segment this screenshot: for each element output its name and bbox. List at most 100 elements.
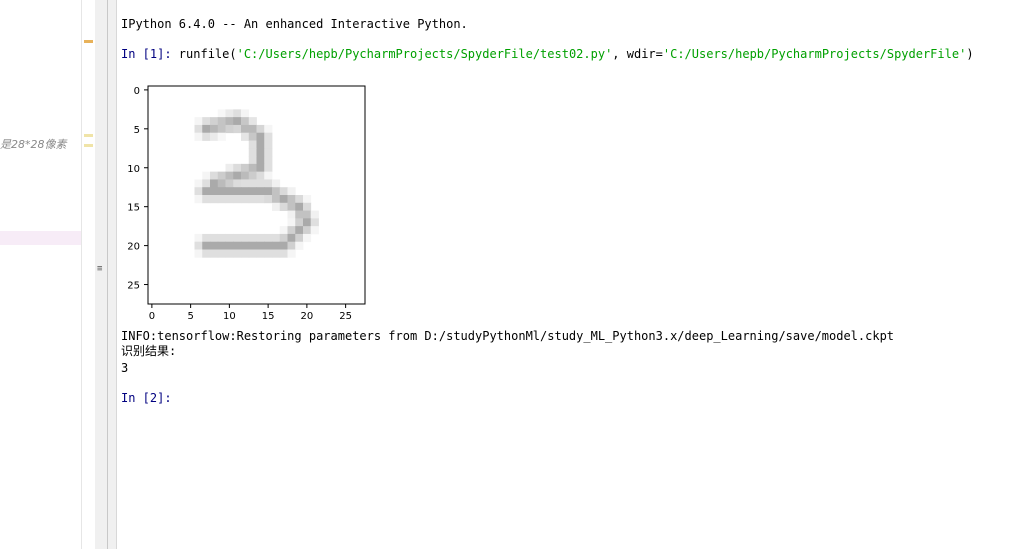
image-pixel (295, 218, 304, 227)
editor-highlighted-line (0, 231, 81, 245)
image-pixel (194, 124, 203, 134)
image-pixel (287, 249, 296, 258)
image-pixel (210, 124, 219, 134)
image-pixel (272, 187, 281, 196)
editor-scroll-gutter[interactable] (81, 0, 96, 549)
image-pixel (217, 187, 226, 196)
image-pixel (233, 171, 242, 180)
image-pixel (241, 124, 250, 134)
grip-icon[interactable]: ≡ (97, 265, 102, 274)
image-pixel (303, 195, 312, 204)
image-pixel (295, 202, 304, 211)
image-pixel (241, 117, 250, 126)
input-line-1: In [1]: runfile('C:/Users/hepb/PycharmPr… (121, 47, 974, 61)
digit-plot: 0 5 10 15 20 25 0 5 10 15 20 25 (127, 85, 366, 322)
x-tick-label: 0 (149, 311, 155, 322)
image-pixel (210, 187, 219, 196)
image-pixel (210, 117, 219, 126)
image-pixel (248, 187, 257, 196)
image-pixel (241, 163, 250, 173)
image-pixel (241, 179, 250, 188)
image-pixel (264, 249, 273, 258)
pane-splitter[interactable]: ≡ (95, 0, 117, 549)
image-pixel (233, 117, 242, 126)
image-pixel (295, 210, 304, 219)
occurrence-marker[interactable] (84, 134, 93, 137)
result-value: 3 (121, 361, 129, 375)
image-pixel (256, 124, 265, 134)
image-pixel (202, 179, 211, 188)
image-pixel (264, 156, 273, 165)
x-tick-label: 20 (301, 311, 314, 322)
image-pixel (233, 249, 242, 258)
image-pixel (202, 171, 211, 180)
image-pixel (202, 249, 211, 258)
image-pixel (217, 124, 226, 134)
image-pixel (248, 132, 257, 141)
image-pixel (248, 140, 257, 149)
image-pixel (225, 117, 234, 126)
ipython-console[interactable]: IPython 6.4.0 -- An enhanced Interactive… (117, 0, 1012, 549)
image-pixel (241, 109, 250, 118)
input-line-2[interactable]: In [2]: (121, 391, 172, 405)
occurrence-marker[interactable] (84, 144, 93, 147)
image-pixel (225, 249, 234, 258)
image-pixel (295, 195, 304, 204)
image-pixel (194, 241, 203, 250)
image-pixel (225, 109, 234, 118)
image-pixel (202, 241, 211, 250)
image-pixel (264, 195, 273, 204)
image-pixel (272, 202, 281, 211)
image-pixel (310, 218, 319, 227)
image-pixel (194, 132, 203, 141)
image-pixel (303, 226, 312, 235)
image-pixel (272, 249, 281, 258)
image-pixel (241, 241, 250, 250)
image-pixel (256, 171, 265, 180)
image-pixel (194, 195, 203, 204)
image-pixel (217, 109, 226, 118)
image-pixel (295, 241, 304, 250)
editor-pane: 是28*28像素 (0, 0, 82, 549)
image-pixel (248, 241, 257, 250)
image-pixel (210, 171, 219, 180)
image-pixel (233, 124, 242, 134)
image-pixel (217, 171, 226, 180)
image-pixel (264, 124, 273, 134)
image-pixel (210, 249, 219, 258)
y-axis: 0 5 10 15 20 25 (127, 86, 148, 292)
image-pixel (225, 179, 234, 188)
image-pixel (272, 179, 281, 188)
image-pixel (256, 233, 265, 243)
y-tick-label: 0 (134, 86, 140, 97)
image-pixel (202, 124, 211, 134)
image-pixel (202, 132, 211, 141)
image-pixel (303, 202, 312, 211)
image-pixel (310, 226, 319, 235)
image-pixel (202, 233, 211, 243)
y-tick-label: 20 (127, 242, 140, 253)
image-pixel (217, 195, 226, 204)
x-tick-label: 10 (223, 311, 236, 322)
image-pixel (256, 241, 265, 250)
image-pixel (225, 171, 234, 180)
image-pixel (287, 202, 296, 211)
image-pixel (248, 148, 257, 157)
image-pixel (256, 132, 265, 141)
editor-comment: 是28*28像素 (0, 138, 67, 151)
result-label: 识别结果: (121, 344, 177, 358)
warning-marker[interactable] (84, 40, 93, 43)
image-pixel (225, 241, 234, 250)
image-pixel (225, 163, 234, 173)
image-pixel (287, 218, 296, 227)
image-pixel (287, 210, 296, 219)
image-pixel (248, 156, 257, 165)
image-pixel (233, 163, 242, 173)
image-pixel (279, 187, 288, 196)
y-tick-label: 25 (127, 281, 140, 292)
image-pixel (264, 187, 273, 196)
image-pixel (248, 163, 257, 173)
image-pixel (256, 140, 265, 149)
image-pixel (210, 195, 219, 204)
image-pixel (241, 187, 250, 196)
